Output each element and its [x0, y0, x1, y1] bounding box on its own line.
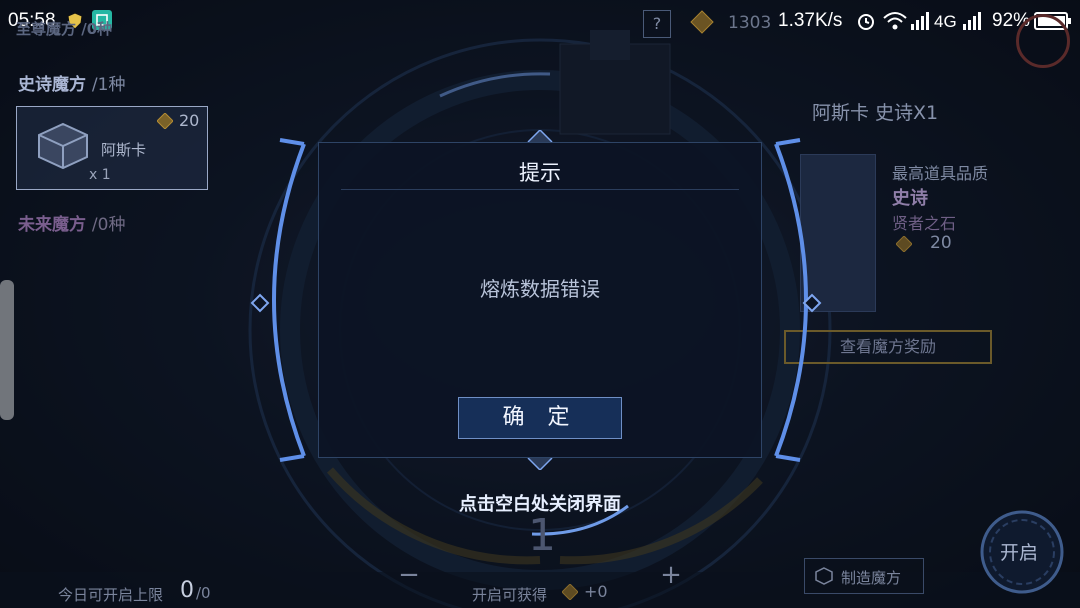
epic-section-count: /1种 — [91, 75, 126, 95]
daily-limit-value: 0 — [180, 578, 194, 603]
future-section-count: /0种 — [91, 215, 126, 235]
alarm-icon — [856, 11, 876, 31]
craft-cube-button[interactable]: 制造魔方 — [804, 558, 924, 594]
quality-value: 史诗 — [892, 188, 928, 209]
open-button[interactable]: 开启 — [972, 508, 1072, 598]
daily-limit-max: /0 — [196, 584, 211, 602]
dialog-message: 熔炼数据错误 — [480, 277, 600, 301]
dialog-divider — [341, 189, 739, 190]
signal-icon — [910, 12, 930, 30]
epic-section-title: 史诗魔方 — [18, 75, 86, 95]
network-speed: 1.37K/s — [778, 10, 843, 31]
craft-cube-label: 制造魔方 — [841, 569, 902, 587]
plus-button[interactable]: + — [656, 560, 686, 590]
future-section-heading: 未来魔方 /0种 — [18, 210, 125, 235]
daily-limit-label: 今日可开启上限 — [58, 586, 164, 604]
cube-icon — [815, 567, 833, 585]
status-bar: 05:58 1.37K/s 4G 92% — [0, 0, 1080, 42]
cube-icon — [35, 121, 91, 171]
dialog-title: 提示 — [519, 161, 561, 185]
count-value: 1 — [528, 510, 556, 561]
gem-icon — [690, 10, 714, 34]
top-cut-label: 至尊魔方 /0种 — [16, 20, 113, 38]
right-panel-title: 阿斯卡 史诗X1 — [812, 102, 939, 124]
close-ring-icon[interactable] — [1016, 14, 1070, 68]
cube-card[interactable]: 20 阿斯卡 x 1 — [16, 106, 208, 190]
obtain-label: 开启可获得 — [472, 586, 548, 604]
item-name: 贤者之石 — [892, 214, 957, 233]
network-type: 4G — [934, 12, 957, 31]
obtain-value: +0 — [584, 582, 608, 601]
card-quantity: x 1 — [89, 167, 111, 183]
epic-section-heading: 史诗魔方 /1种 — [18, 70, 125, 95]
quality-label: 最高道具品质 — [892, 164, 989, 183]
gem-icon — [895, 235, 913, 253]
card-cost: 20 — [179, 111, 200, 130]
minus-button[interactable]: − — [394, 560, 424, 590]
alert-dialog: 提示 熔炼数据错误 确 定 — [318, 142, 762, 458]
currency-value: 1303 — [728, 13, 772, 33]
help-button[interactable]: ? — [643, 10, 671, 38]
open-button-label: 开启 — [1000, 542, 1039, 564]
future-section-title: 未来魔方 — [18, 215, 86, 235]
card-name: 阿斯卡 — [101, 141, 147, 159]
gem-icon — [156, 112, 174, 130]
item-cost: 20 — [930, 233, 952, 253]
confirm-button[interactable]: 确 定 — [458, 397, 622, 439]
signal-icon-2 — [962, 12, 982, 30]
gem-icon — [561, 583, 579, 601]
wifi-icon — [882, 10, 908, 32]
